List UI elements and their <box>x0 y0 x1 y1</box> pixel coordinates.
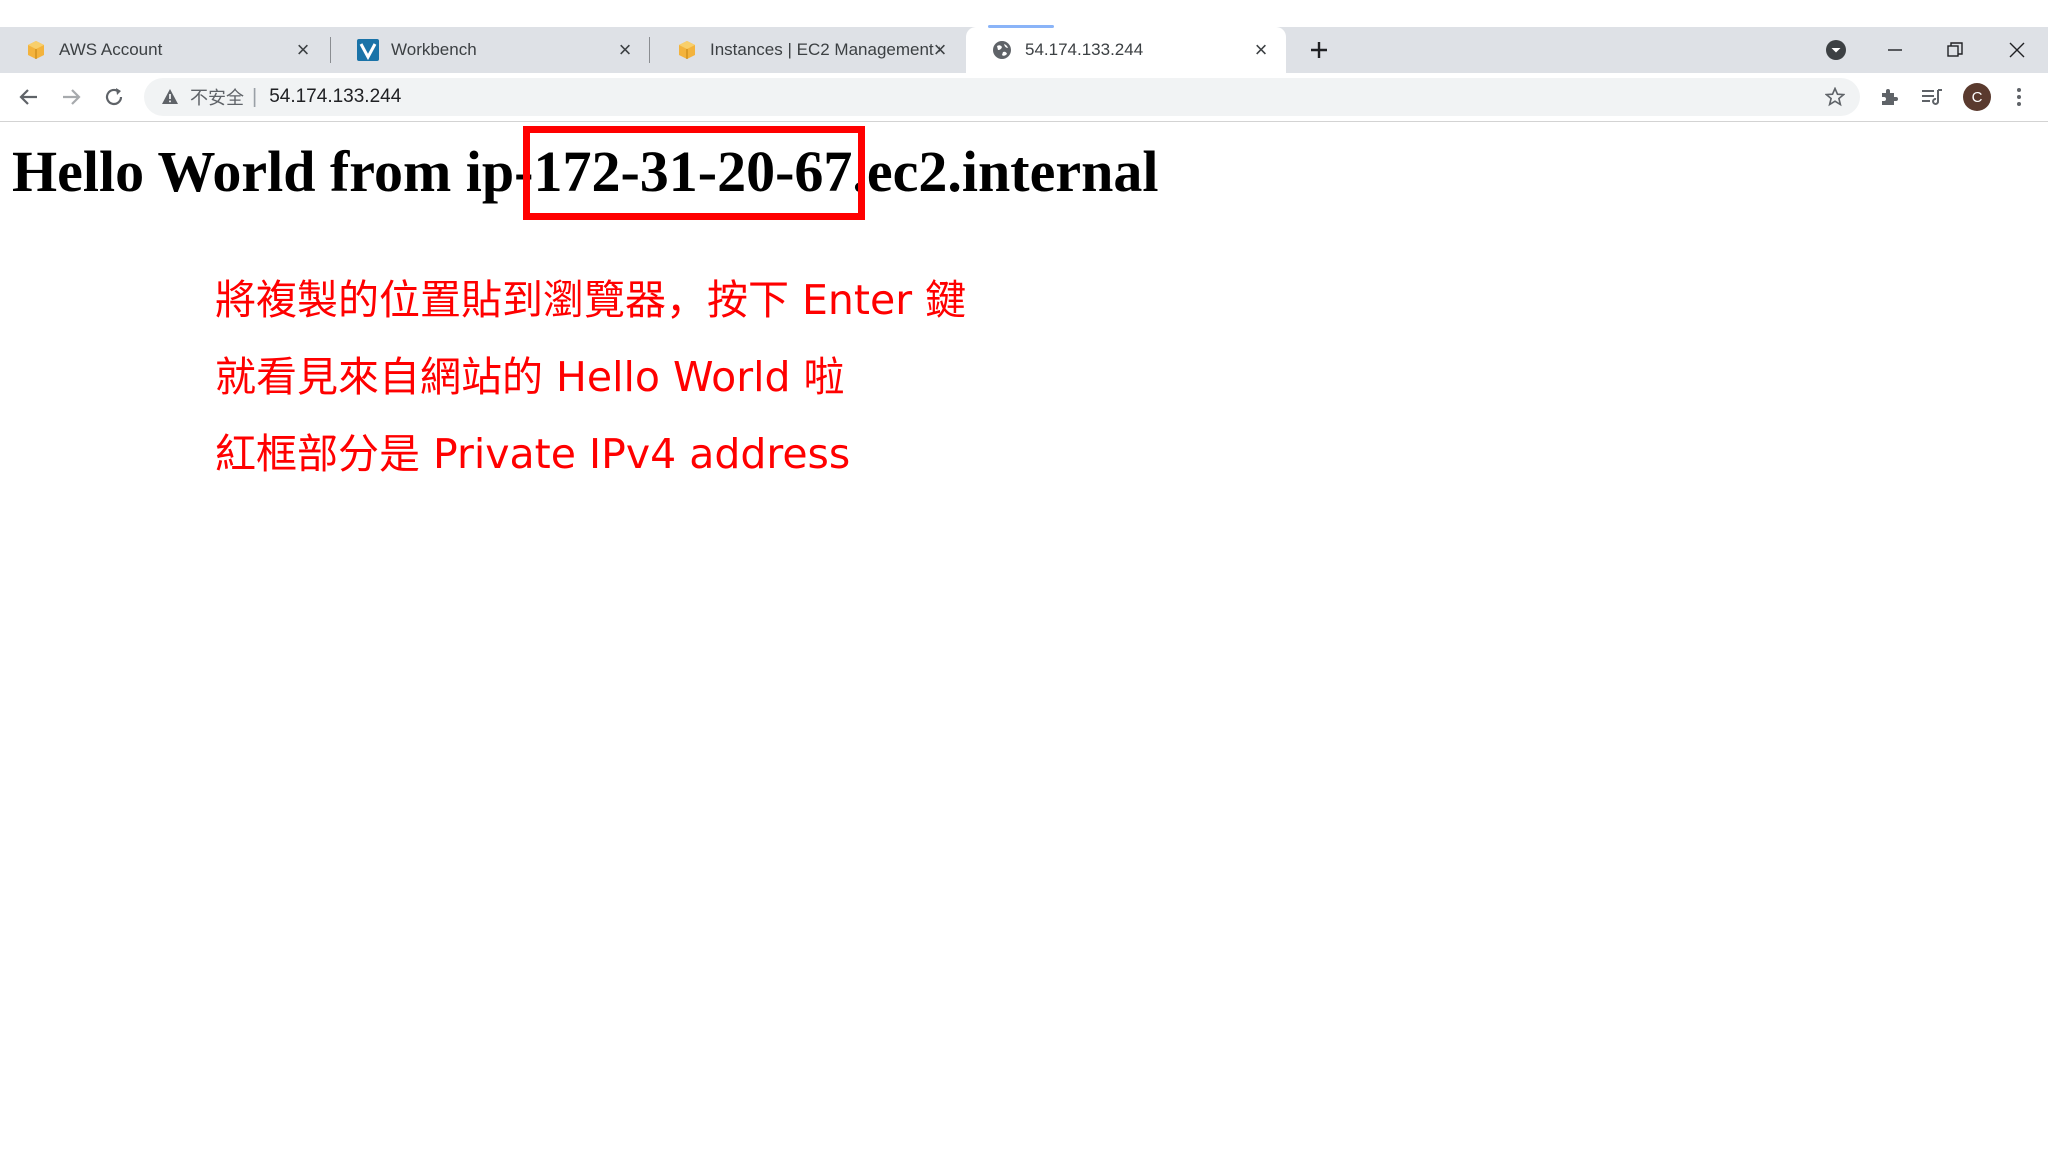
not-secure-label[interactable]: 不安全 <box>190 84 244 110</box>
tab-separator <box>330 37 331 63</box>
aws-cube-icon <box>25 39 47 61</box>
tab-aws-account[interactable]: AWS Account × <box>0 27 328 73</box>
close-tab-icon[interactable]: × <box>1250 37 1272 62</box>
globe-icon <box>991 39 1013 61</box>
tab-ec2-instances[interactable]: Instances | EC2 Management Co × <box>651 27 965 73</box>
extensions-puzzle-icon[interactable] <box>1874 82 1904 112</box>
new-tab-button[interactable] <box>1302 33 1336 67</box>
profile-button[interactable]: C <box>1962 82 1992 112</box>
close-tab-icon[interactable]: × <box>929 37 951 62</box>
reading-list-icon[interactable] <box>1917 82 1947 112</box>
aws-cube-icon <box>676 39 698 61</box>
minimize-button[interactable] <box>1866 27 1924 73</box>
page-content: Hello World from ip-172-31-20-67.ec2.int… <box>0 122 2048 1152</box>
address-bar[interactable]: 不安全 | 54.174.133.244 <box>144 78 1860 116</box>
title-bar-strip <box>0 0 2048 27</box>
reload-button[interactable] <box>97 80 131 114</box>
reload-icon <box>105 88 123 106</box>
tab-title: AWS Account <box>59 40 163 59</box>
tab-separator <box>649 37 650 63</box>
tab-search-button[interactable] <box>1807 27 1865 73</box>
hello-world-heading: Hello World from ip-172-31-20-67.ec2.int… <box>12 126 1159 220</box>
arrow-right-icon <box>63 89 81 105</box>
tab-loading-indicator <box>988 25 1054 28</box>
chevron-down-circle-icon <box>1826 40 1846 60</box>
back-button[interactable] <box>12 80 46 114</box>
annotation-line-1: 將複製的位置貼到瀏覽器，按下 Enter 鍵 <box>215 276 967 324</box>
vocareum-v-icon <box>357 39 379 61</box>
bookmark-star-icon[interactable] <box>1824 86 1846 108</box>
avatar: C <box>1963 83 1991 111</box>
tab-strip: AWS Account × Workbench × Instances | EC… <box>0 25 2048 73</box>
tab-current-page[interactable]: 54.174.133.244 × <box>966 25 1286 73</box>
url-text[interactable]: 54.174.133.244 <box>269 86 401 108</box>
forward-button[interactable] <box>54 80 88 114</box>
tab-title: Workbench <box>391 40 477 59</box>
heading-suffix: .ec2.internal <box>852 139 1159 204</box>
close-tab-icon[interactable]: × <box>614 37 636 62</box>
tab-workbench[interactable]: Workbench × <box>332 27 650 73</box>
restore-button[interactable] <box>1926 27 1984 73</box>
close-window-button[interactable] <box>1988 27 2046 73</box>
arrow-left-icon <box>19 89 37 105</box>
plus-icon <box>1311 42 1327 58</box>
minimize-icon <box>1888 49 1902 51</box>
restore-icon <box>1947 42 1963 57</box>
tab-title: 54.174.133.244 <box>1025 40 1144 59</box>
tab-title: Instances | EC2 Management Co <box>710 40 940 59</box>
close-tab-icon[interactable]: × <box>292 37 314 62</box>
menu-kebab-icon[interactable] <box>2004 82 2034 112</box>
browser-toolbar: 不安全 | 54.174.133.244 C <box>0 73 2048 122</box>
private-ip-highlight: 172-31-20-67 <box>523 126 866 220</box>
annotation-line-2: 就看見來自網站的 Hello World 啦 <box>215 353 845 401</box>
warning-icon[interactable] <box>160 87 180 107</box>
heading-prefix: Hello World from ip- <box>12 139 534 204</box>
omnibox-separator: | <box>252 85 258 108</box>
annotation-line-3: 紅框部分是 Private IPv4 address <box>215 430 851 478</box>
close-icon <box>2009 42 2025 58</box>
